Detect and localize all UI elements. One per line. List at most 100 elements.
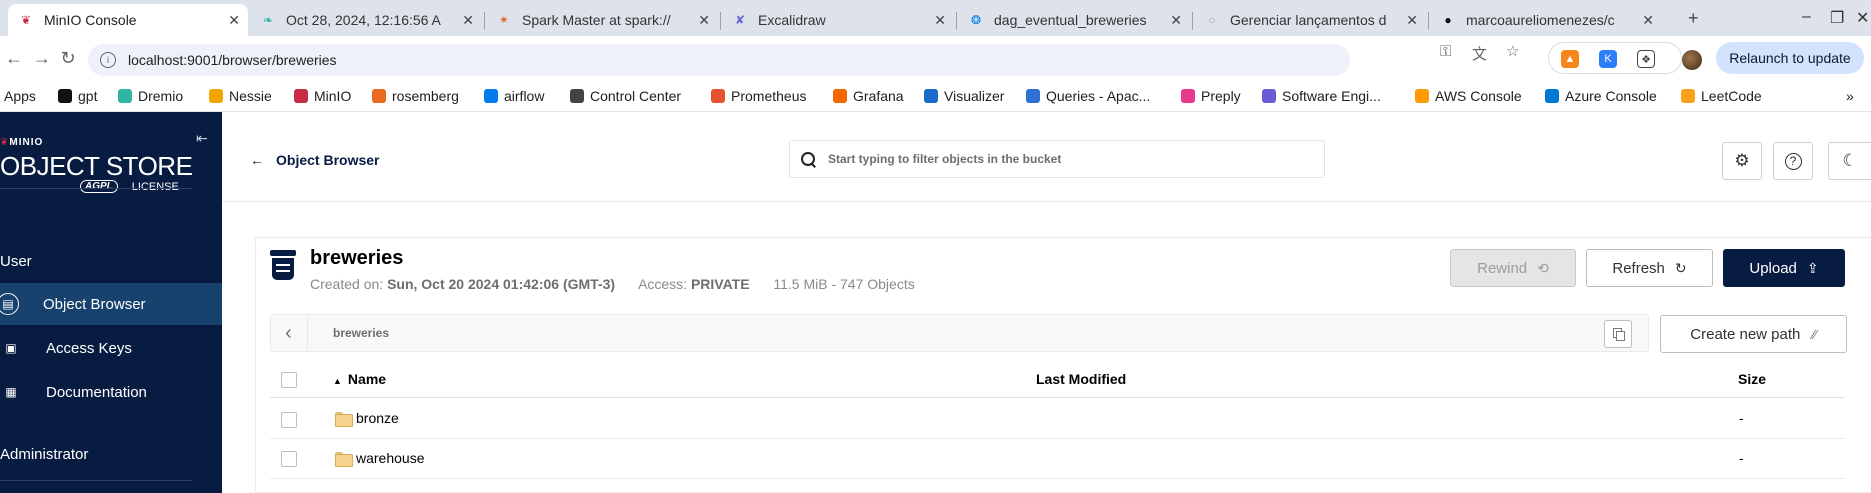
select-all-checkbox[interactable] bbox=[281, 372, 297, 388]
close-icon[interactable]: ✕ bbox=[698, 12, 710, 29]
minimize-icon[interactable]: – bbox=[1802, 8, 1811, 26]
back-to-object-browser-link[interactable]: ← Object Browser bbox=[250, 152, 379, 168]
new-tab-icon[interactable]: + bbox=[1688, 8, 1699, 29]
relaunch-button[interactable]: Relaunch to update bbox=[1716, 42, 1864, 74]
tab-2[interactable]: ❧ Oct 28, 2024, 12:16:56 A ✕ bbox=[250, 4, 482, 36]
upload-label: Upload bbox=[1749, 259, 1797, 277]
bookmark-label: Nessie bbox=[229, 88, 272, 104]
bookmark-label: Queries - Apac... bbox=[1046, 88, 1151, 104]
bookmark-favicon-icon bbox=[58, 89, 72, 103]
bookmark-item[interactable]: Control Center bbox=[570, 88, 681, 104]
breadcrumb-path[interactable]: breweries bbox=[333, 326, 389, 340]
refresh-label: Refresh bbox=[1612, 259, 1665, 277]
close-icon[interactable]: ✕ bbox=[1406, 12, 1418, 29]
window-close-icon[interactable]: ✕ bbox=[1856, 8, 1869, 28]
site-info-icon[interactable]: i bbox=[100, 52, 116, 68]
bookmark-item[interactable]: Azure Console bbox=[1545, 88, 1657, 104]
k-extension-icon[interactable]: K bbox=[1599, 50, 1617, 68]
reload-icon[interactable]: ↻ bbox=[56, 48, 80, 69]
back-link-label: Object Browser bbox=[276, 152, 380, 168]
close-icon[interactable]: ✕ bbox=[1170, 12, 1182, 29]
help-button[interactable]: ? bbox=[1773, 142, 1813, 180]
table-row[interactable] bbox=[270, 399, 1845, 439]
minio-favicon-icon: ❦ bbox=[20, 13, 32, 27]
tab-3[interactable]: ✴ Spark Master at spark:// ✕ bbox=[486, 4, 718, 36]
bookmark-item[interactable]: Preply bbox=[1181, 88, 1241, 104]
rewind-label: Rewind bbox=[1477, 259, 1528, 277]
dark-mode-button[interactable]: ☾ bbox=[1828, 142, 1871, 180]
bucket-icon bbox=[270, 250, 296, 280]
profile-avatar[interactable] bbox=[1682, 50, 1702, 70]
metamask-extension-icon[interactable]: ▲ bbox=[1561, 50, 1579, 68]
url-text[interactable]: localhost:9001/browser/breweries bbox=[128, 52, 337, 68]
close-icon[interactable]: ✕ bbox=[462, 12, 474, 29]
bookmark-label: Preply bbox=[1201, 88, 1241, 104]
create-new-path-button[interactable]: Create new path ∕∕ bbox=[1660, 315, 1847, 353]
row-name-cell[interactable]: bronze bbox=[335, 410, 399, 427]
column-name-header[interactable]: ▲ Name bbox=[333, 371, 386, 387]
tab-separator bbox=[484, 12, 485, 30]
bookmark-item[interactable]: Prometheus bbox=[711, 88, 806, 104]
translate-icon[interactable]: 文 bbox=[1472, 43, 1487, 64]
row-checkbox[interactable] bbox=[281, 451, 297, 467]
sidebar-item-label: Documentation bbox=[46, 383, 147, 401]
url-bar[interactable]: i localhost:9001/browser/breweries bbox=[88, 44, 1350, 76]
bookmark-item[interactable]: Apps bbox=[4, 88, 36, 104]
more-bookmarks-icon[interactable]: » bbox=[1846, 88, 1854, 104]
close-icon[interactable]: ✕ bbox=[228, 12, 240, 29]
sidebar-section-administrator: Administrator bbox=[0, 446, 89, 463]
restore-icon[interactable]: ❐ bbox=[1830, 8, 1844, 28]
bookmark-favicon-icon bbox=[1681, 89, 1695, 103]
search-input[interactable] bbox=[828, 152, 1308, 166]
bookmark-favicon-icon bbox=[372, 89, 386, 103]
bookmark-item[interactable]: Queries - Apac... bbox=[1026, 88, 1150, 104]
tab-minio-console[interactable]: ❦ MinIO Console ✕ bbox=[8, 4, 248, 36]
bookmark-item[interactable]: MinIO bbox=[294, 88, 351, 104]
bookmark-item[interactable]: Visualizer bbox=[924, 88, 1004, 104]
upload-icon: ⇪ bbox=[1806, 259, 1819, 276]
collapse-sidebar-icon[interactable]: ⇤ bbox=[196, 130, 208, 147]
forward-icon[interactable]: → bbox=[30, 48, 54, 69]
bookmark-favicon-icon bbox=[924, 89, 938, 103]
bookmark-item[interactable]: Dremio bbox=[118, 88, 183, 104]
bookmark-favicon-icon bbox=[209, 89, 223, 103]
bookmark-item[interactable]: AWS Console bbox=[1415, 88, 1522, 104]
copy-path-button[interactable] bbox=[1604, 320, 1632, 348]
password-key-icon[interactable]: ⚿ bbox=[1440, 43, 1451, 60]
row-name-cell[interactable]: warehouse bbox=[335, 450, 425, 467]
sidebar-divider bbox=[0, 480, 192, 481]
bookmark-favicon-icon bbox=[1262, 89, 1276, 103]
object-browser-icon: ▤ bbox=[0, 293, 19, 315]
tab-7[interactable]: ● marcoaureliomenezes/c ✕ bbox=[1430, 4, 1662, 36]
tab-5[interactable]: ❂ dag_eventual_breweries ✕ bbox=[958, 4, 1190, 36]
bookmark-star-icon[interactable]: ☆ bbox=[1506, 42, 1519, 60]
close-icon[interactable]: ✕ bbox=[1642, 12, 1654, 29]
bookmark-item[interactable]: rosemberg bbox=[372, 88, 459, 104]
bookmark-item[interactable]: airflow bbox=[484, 88, 544, 104]
sidebar-item-documentation[interactable]: ▦ Documentation bbox=[0, 371, 222, 413]
row-size: - bbox=[1739, 410, 1744, 426]
settings-button[interactable]: ⚙ bbox=[1722, 142, 1762, 180]
bookmark-item[interactable]: LeetCode bbox=[1681, 88, 1762, 104]
column-size-header[interactable]: Size bbox=[1738, 371, 1766, 387]
breadcrumb-back-button[interactable]: ‹ bbox=[270, 314, 308, 352]
rewind-button[interactable]: Rewind ⟲ bbox=[1450, 249, 1576, 287]
tab-separator bbox=[720, 12, 721, 30]
sidebar-item-access-keys[interactable]: ▣ Access Keys bbox=[0, 327, 222, 369]
extensions-puzzle-icon[interactable]: ❖ bbox=[1637, 50, 1655, 68]
table-row[interactable] bbox=[270, 439, 1845, 479]
back-icon[interactable]: ← bbox=[2, 48, 26, 69]
tab-6[interactable]: ○ Gerenciar lançamentos d ✕ bbox=[1194, 4, 1426, 36]
bookmark-item[interactable]: gpt bbox=[58, 88, 97, 104]
refresh-button[interactable]: Refresh ↻ bbox=[1586, 249, 1713, 287]
history-icon: ⟲ bbox=[1537, 259, 1549, 276]
upload-button[interactable]: Upload ⇪ bbox=[1723, 249, 1845, 287]
bookmark-item[interactable]: Nessie bbox=[209, 88, 272, 104]
bookmark-item[interactable]: Grafana bbox=[833, 88, 904, 104]
row-checkbox[interactable] bbox=[281, 412, 297, 428]
close-icon[interactable]: ✕ bbox=[934, 12, 946, 29]
sidebar-item-object-browser[interactable]: ▤ Object Browser bbox=[0, 283, 222, 325]
column-last-modified-header[interactable]: Last Modified bbox=[1036, 371, 1126, 387]
tab-4[interactable]: ✘ Excalidraw ✕ bbox=[722, 4, 954, 36]
bookmark-item[interactable]: Software Engi... bbox=[1262, 88, 1381, 104]
